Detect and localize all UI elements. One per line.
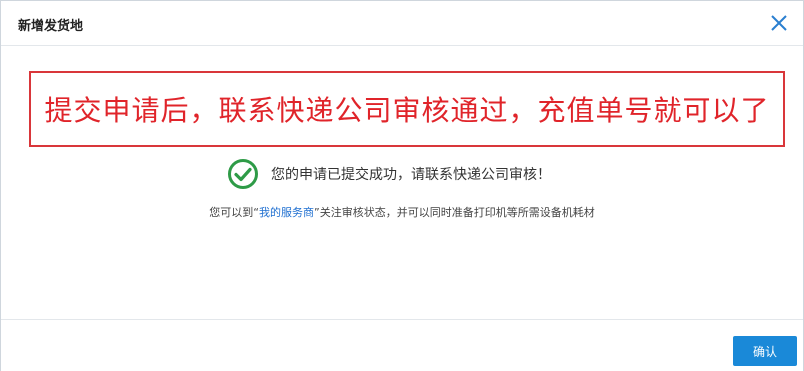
notice-banner-text: 提交申请后，联系快递公司审核通过，充值单号就可以了	[44, 94, 770, 127]
success-message-row: 您的申请已提交成功，请联系快递公司审核！	[227, 156, 551, 192]
close-icon[interactable]	[769, 13, 789, 33]
info-text-suffix: ”关注审核状态，并可以同时准备打印机等所需设备机耗材	[314, 206, 595, 219]
notice-banner: 提交申请后，联系快递公司审核通过，充值单号就可以了	[29, 71, 785, 147]
success-message: 您的申请已提交成功，请联系快递公司审核！	[271, 167, 551, 183]
confirm-button[interactable]: 确认	[733, 336, 797, 366]
info-text-prefix: 您可以到“	[209, 206, 259, 219]
service-provider-link[interactable]: 我的服务商	[259, 206, 314, 219]
dialog-header: 新增发货地	[1, 1, 803, 46]
dialog-footer: 确认	[1, 319, 803, 371]
dialog-title: 新增发货地	[18, 19, 84, 34]
check-circle-icon	[228, 159, 258, 189]
info-text: 您可以到“我的服务商”关注审核状态，并可以同时准备打印机等所需设备机耗材	[1, 204, 803, 220]
dialog: 新增发货地 提交申请后，联系快递公司审核通过，充值单号就可以了 您的申请已提交成…	[0, 0, 804, 371]
